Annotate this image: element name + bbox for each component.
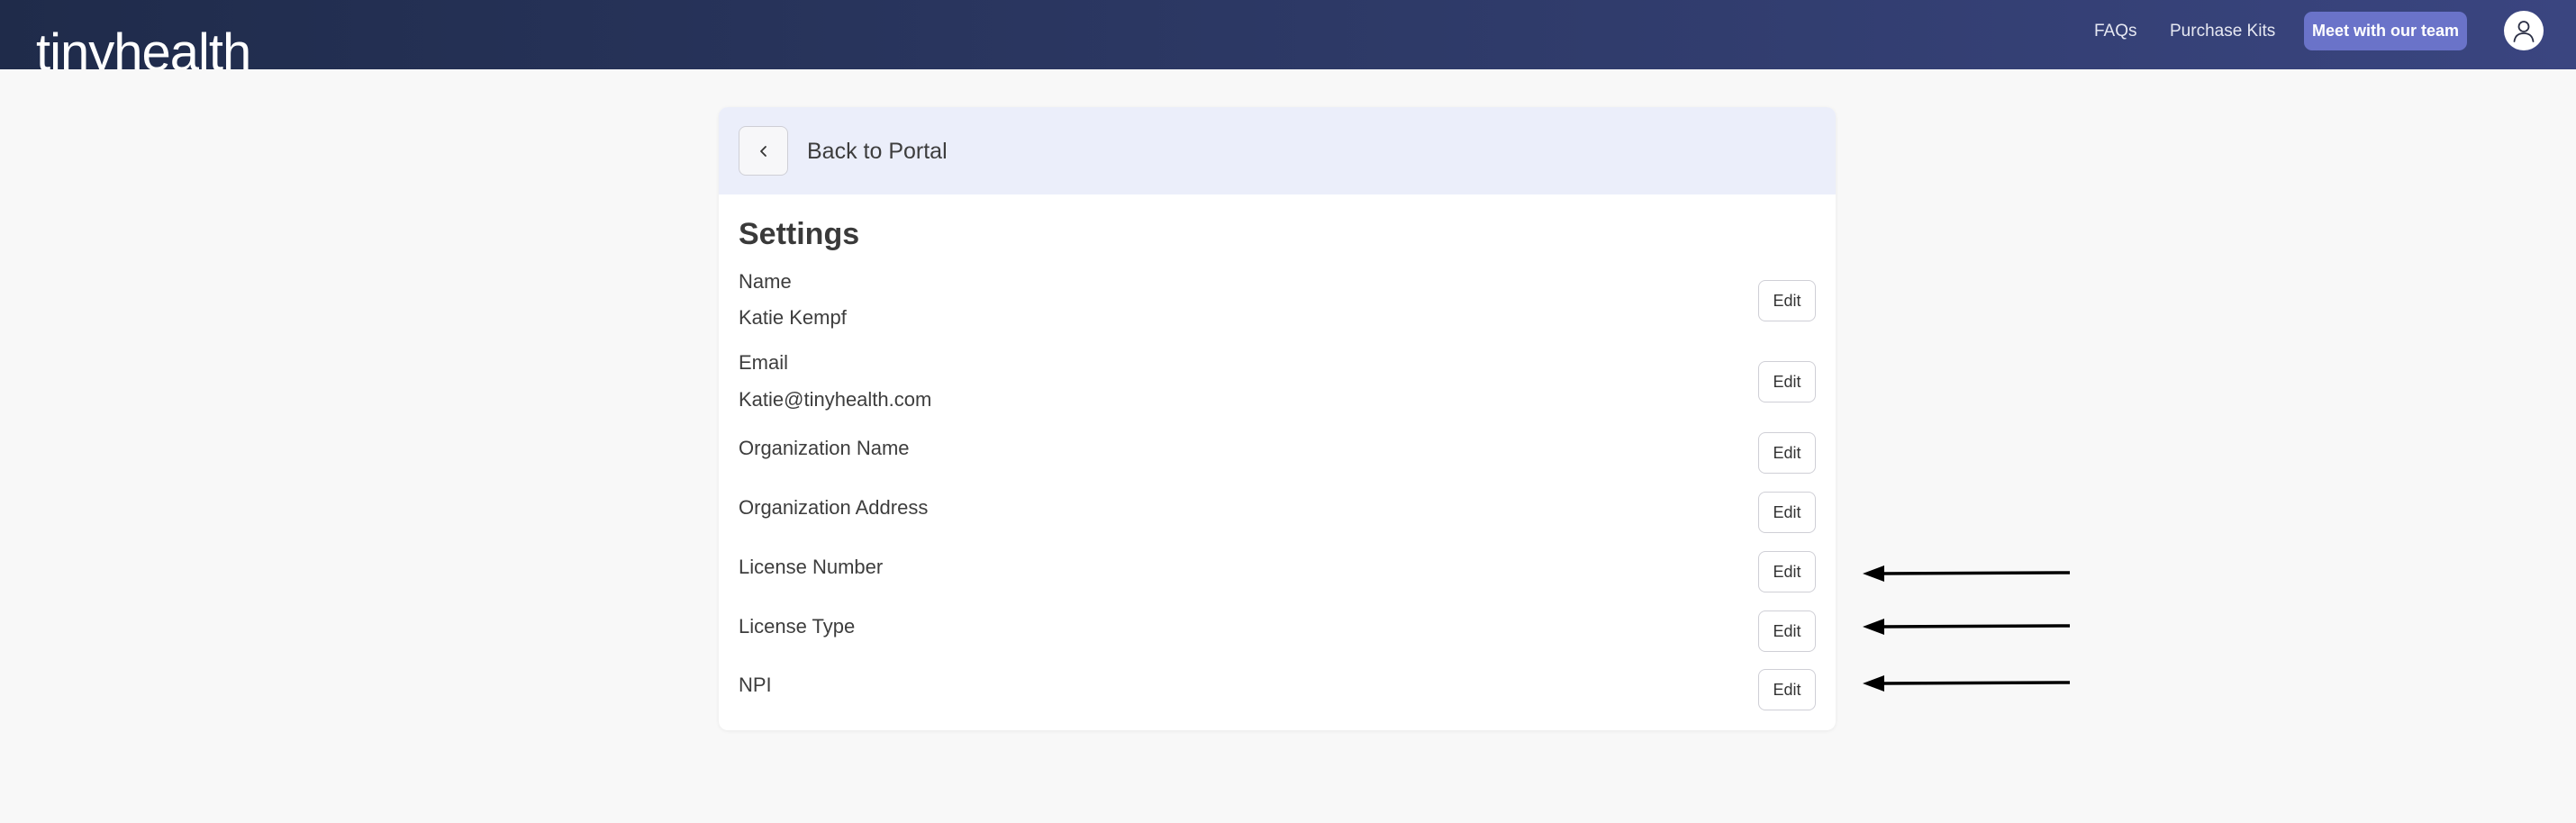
field-label-license-type: License Type [739, 615, 856, 638]
edit-email-button[interactable]: Edit [1758, 361, 1816, 402]
edit-license-type-button[interactable]: Edit [1758, 610, 1816, 652]
edit-npi-button[interactable]: Edit [1758, 669, 1816, 710]
nav-link-faqs[interactable]: FAQs [2094, 21, 2137, 42]
top-navigation-bar: tinyhealth FAQs Purchase Kits Meet with … [0, 0, 2576, 69]
field-label-name: Name [739, 270, 792, 293]
left-arrow-icon [1863, 675, 2071, 692]
field-value-email: Katie@tinyhealth.com [739, 388, 932, 411]
edit-name-button[interactable]: Edit [1758, 280, 1816, 321]
field-label-organization-name: Organization Name [739, 437, 910, 459]
card-header: Back to Portal [719, 107, 1836, 194]
page-title: Settings [739, 217, 860, 251]
field-value-name: Katie Kempf [739, 306, 847, 329]
back-to-portal-button[interactable] [739, 126, 788, 176]
settings-card: Back to Portal Settings Name Katie Kempf… [719, 107, 1836, 730]
left-arrow-icon [1863, 565, 2071, 582]
field-label-organization-address: Organization Address [739, 496, 929, 519]
nav-link-purchase-kits[interactable]: Purchase Kits [2170, 21, 2275, 42]
field-label-npi: NPI [739, 674, 772, 696]
left-arrow-icon [1863, 619, 2071, 635]
user-icon [2513, 21, 2535, 42]
account-avatar-button[interactable] [2504, 11, 2544, 50]
back-to-portal-label[interactable]: Back to Portal [807, 137, 948, 166]
tinyhealth-logo[interactable]: tinyhealth [36, 27, 251, 70]
chevron-left-icon [759, 145, 766, 157]
meet-with-team-button[interactable]: Meet with our team [2304, 12, 2467, 50]
edit-license-number-button[interactable]: Edit [1758, 551, 1816, 592]
field-label-license-number: License Number [739, 556, 884, 578]
field-label-email: Email [739, 351, 789, 374]
edit-organization-name-button[interactable]: Edit [1758, 432, 1816, 474]
edit-organization-address-button[interactable]: Edit [1758, 492, 1816, 533]
